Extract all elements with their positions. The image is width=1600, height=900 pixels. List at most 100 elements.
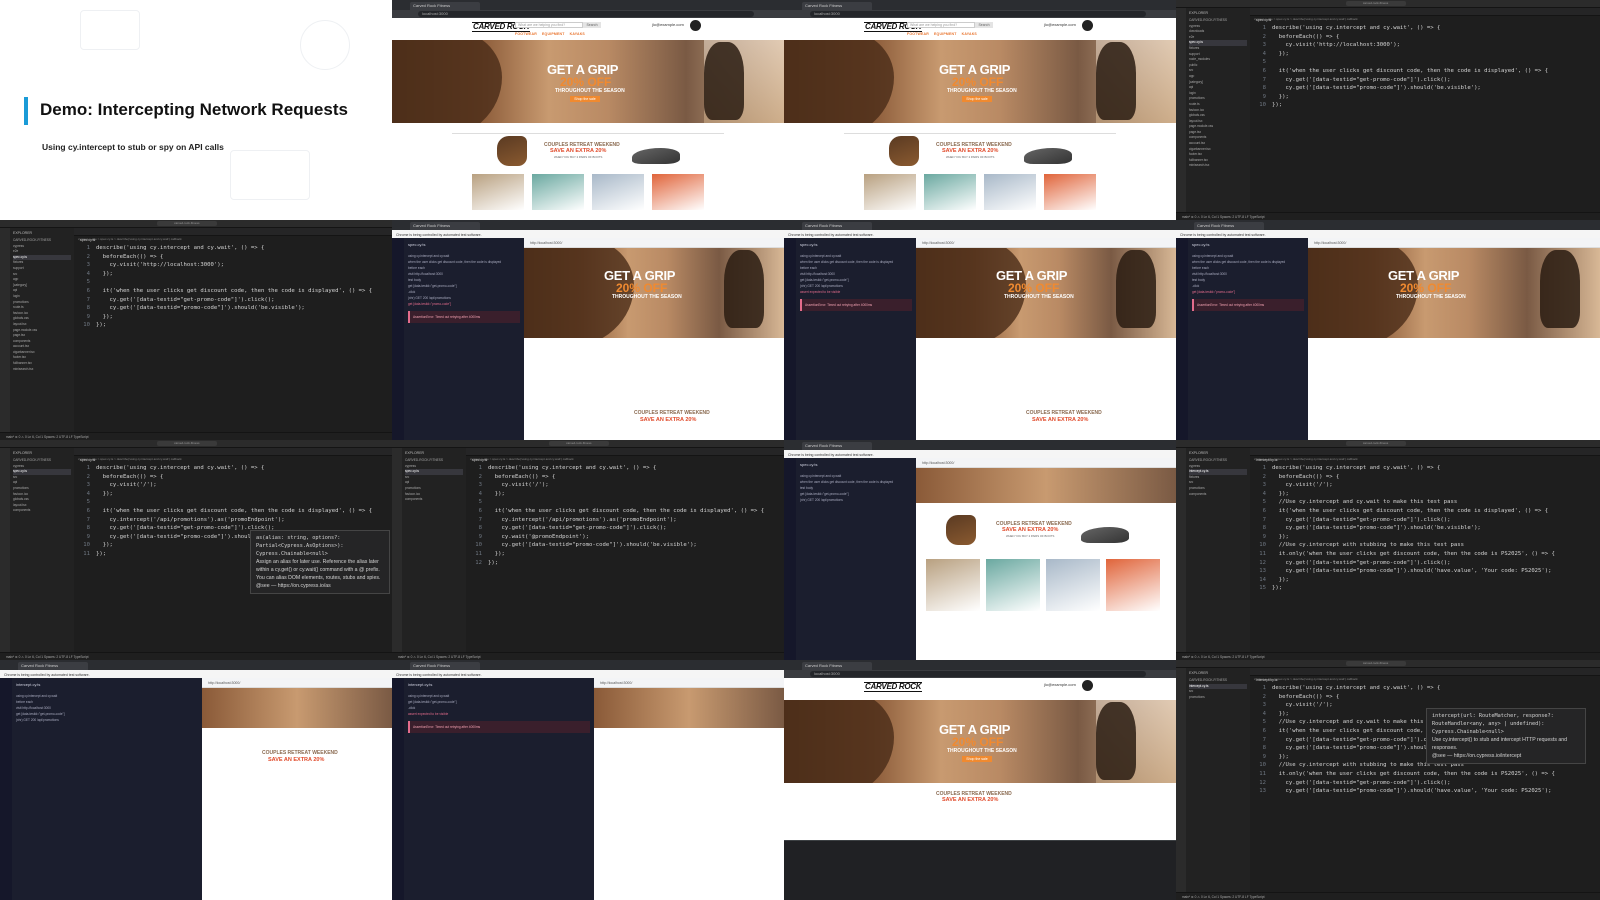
code-line[interactable]: cy.visit('http://localhost:3000'); bbox=[1272, 42, 1400, 48]
code-line[interactable]: }); bbox=[1272, 491, 1289, 497]
hero-shop-button[interactable]: Shop the sale bbox=[962, 756, 992, 762]
code-line[interactable]: //Use cy.intercept with stubbing to make… bbox=[1272, 542, 1464, 548]
devtools-panel[interactable] bbox=[784, 840, 1176, 900]
hero-shop-button[interactable]: Shop the sale bbox=[962, 96, 992, 102]
code-line[interactable]: cy.wait('@promoEndpoint'); bbox=[488, 534, 589, 540]
thumb-image[interactable] bbox=[652, 174, 704, 210]
code-line[interactable]: }); bbox=[488, 491, 505, 497]
code-line[interactable]: beforeEach(() => { bbox=[96, 254, 164, 260]
code-line[interactable]: it('when the user clicks get discount co… bbox=[96, 288, 372, 294]
code-line[interactable]: }); bbox=[96, 491, 113, 497]
code-line[interactable]: cy.visit('/'); bbox=[488, 482, 548, 488]
command-center[interactable]: carved-rock-fitness bbox=[548, 441, 609, 446]
thumb-image[interactable] bbox=[924, 174, 976, 210]
browser-tab[interactable]: Carved Rock Fitness bbox=[802, 2, 872, 10]
product-thumbnail[interactable] bbox=[1106, 559, 1160, 611]
code-line[interactable]: it('when the user clicks get discount co… bbox=[1272, 68, 1548, 74]
site-search-input[interactable]: What are we helping you find? bbox=[907, 22, 975, 28]
tree-item[interactable]: minisearch.tsx bbox=[13, 367, 71, 373]
address-bar[interactable]: localhost:3000 bbox=[810, 671, 1146, 677]
command-log[interactable]: spec.cy.ts using cy.intercept and cy.wai… bbox=[796, 458, 916, 660]
code-line[interactable]: cy.get('[data-testid="promo-code"]').sho… bbox=[1272, 85, 1480, 91]
command-log[interactable]: spec.cy.ts using cy.intercept and cy.wai… bbox=[1188, 238, 1308, 440]
code-line[interactable]: cy.get('[data-testid="promo-code"]').sho… bbox=[1272, 525, 1480, 531]
site-search-input[interactable]: What are we helping you find? bbox=[515, 22, 583, 28]
code-line[interactable]: }); bbox=[1272, 102, 1282, 108]
code-line[interactable]: cy.visit('/'); bbox=[96, 482, 156, 488]
code-line[interactable]: beforeEach(() => { bbox=[1272, 474, 1340, 480]
browser-tab[interactable]: Carved Rock Fitness bbox=[802, 662, 872, 670]
code-line[interactable]: }); bbox=[96, 542, 113, 548]
code-line[interactable]: }); bbox=[488, 560, 498, 566]
command-center[interactable]: carved-rock-fitness bbox=[156, 221, 217, 226]
code-line[interactable]: it('when the user clicks get discount co… bbox=[96, 508, 372, 514]
thumb-image[interactable] bbox=[532, 174, 584, 210]
code-line[interactable]: cy.visit('/'); bbox=[1272, 482, 1332, 488]
code-line[interactable]: }); bbox=[96, 314, 113, 320]
preview-url[interactable]: http://localhost:3000/ bbox=[208, 681, 240, 685]
preview-url[interactable]: http://localhost:3000/ bbox=[600, 681, 632, 685]
code-line[interactable]: }); bbox=[96, 322, 106, 328]
code-line[interactable]: describe('using cy.intercept and cy.wait… bbox=[488, 465, 656, 471]
code-line[interactable]: cy.visit('http://localhost:3000'); bbox=[96, 262, 224, 268]
command-log[interactable]: intercept.cy.ts using cy.intercept and c… bbox=[404, 678, 594, 900]
code-line[interactable]: cy.intercept('/api/promotions').as('prom… bbox=[488, 517, 676, 523]
command-log[interactable]: spec.cy.ts using cy.intercept and cy.wai… bbox=[404, 238, 524, 440]
log-row[interactable]: assert expected to be visible bbox=[408, 711, 590, 717]
code-line[interactable]: }); bbox=[96, 551, 106, 557]
code-line[interactable]: describe('using cy.intercept and cy.wait… bbox=[1272, 25, 1440, 31]
code-line[interactable]: }); bbox=[1272, 94, 1289, 100]
browser-tab[interactable]: Carved Rock Fitness bbox=[1194, 222, 1264, 230]
site-logo[interactable]: CARVED ROCK bbox=[864, 682, 923, 692]
preview-url[interactable]: http://localhost:3000/ bbox=[1314, 241, 1346, 245]
nav-equipment[interactable]: EQUIPMENT bbox=[934, 32, 957, 36]
thumb-image[interactable] bbox=[984, 174, 1036, 210]
site-search-button[interactable]: Search bbox=[583, 22, 601, 28]
code-line[interactable]: describe('using cy.intercept and cy.wait… bbox=[1272, 465, 1440, 471]
preview-url[interactable]: http://localhost:3000/ bbox=[922, 241, 954, 245]
log-row[interactable]: get [data-testid="promo-code"] bbox=[1192, 289, 1304, 295]
code-line[interactable]: describe('using cy.intercept and cy.wait… bbox=[96, 245, 264, 251]
code-editor[interactable]: spec.cy.ts cypress > e2e > spec.cy.ts > … bbox=[466, 448, 784, 652]
address-bar[interactable]: localhost:3000 bbox=[810, 11, 1146, 17]
browser-tab[interactable]: Carved Rock Fitness bbox=[802, 442, 872, 450]
preview-url[interactable]: http://localhost:3000/ bbox=[922, 461, 954, 465]
code-line[interactable]: it.only('when the user clicks get discou… bbox=[1272, 551, 1555, 557]
nav-equipment[interactable]: EQUIPMENT bbox=[542, 32, 565, 36]
command-center[interactable]: carved-rock-fitness bbox=[1345, 1, 1406, 6]
avatar[interactable] bbox=[690, 20, 701, 31]
code-line[interactable]: }); bbox=[1272, 585, 1282, 591]
command-log[interactable]: spec.cy.ts using cy.intercept and cy.wai… bbox=[796, 238, 916, 440]
nav-footwear[interactable]: FOOTWEAR bbox=[515, 32, 537, 36]
preview-url[interactable]: http://localhost:3000/ bbox=[530, 241, 562, 245]
browser-tab[interactable]: Carved Rock Fitness bbox=[410, 2, 480, 10]
code-line[interactable]: }); bbox=[488, 551, 505, 557]
thumb-image[interactable] bbox=[864, 174, 916, 210]
code-line[interactable]: cy.get('[data-testid="get-promo-code"]')… bbox=[1272, 560, 1450, 566]
tree-item[interactable]: promotions bbox=[1189, 695, 1247, 701]
code-line[interactable]: cy.get('[data-testid="get-promo-code"]')… bbox=[1272, 737, 1450, 743]
browser-tab[interactable]: Carved Rock Fitness bbox=[18, 662, 88, 670]
site-search-button[interactable]: Search bbox=[975, 22, 993, 28]
code-line[interactable]: cy.visit('/'); bbox=[1272, 702, 1332, 708]
code-line[interactable]: beforeEach(() => { bbox=[1272, 34, 1340, 40]
code-line[interactable]: cy.get('[data-testid="get-promo-code"]')… bbox=[1272, 517, 1450, 523]
browser-tab[interactable]: Carved Rock Fitness bbox=[410, 222, 480, 230]
code-line[interactable]: cy.get('[data-testid="promo-code"]').sho… bbox=[488, 542, 696, 548]
product-thumbnail[interactable] bbox=[986, 559, 1040, 611]
hero-shop-button[interactable]: Shop the sale bbox=[570, 96, 600, 102]
code-line[interactable]: }); bbox=[1272, 754, 1289, 760]
thumb-image[interactable] bbox=[472, 174, 524, 210]
log-row[interactable]: get [data-testid="promo-code"] bbox=[408, 301, 520, 307]
code-line[interactable]: cy.intercept('/api/promotions').as('prom… bbox=[96, 517, 284, 523]
browser-tab[interactable]: Carved Rock Fitness bbox=[802, 222, 872, 230]
product-thumbnail[interactable] bbox=[926, 559, 980, 611]
log-row[interactable]: (xhr) GET 200 /api/promotions bbox=[800, 497, 912, 503]
address-bar[interactable]: localhost:3000 bbox=[418, 11, 754, 17]
code-line[interactable]: beforeEach(() => { bbox=[488, 474, 556, 480]
tree-item[interactable]: components bbox=[405, 497, 463, 503]
code-line[interactable]: cy.get('[data-testid="get-promo-code"]')… bbox=[96, 297, 274, 303]
avatar[interactable] bbox=[1082, 680, 1093, 691]
code-line[interactable]: }); bbox=[96, 271, 113, 277]
command-log[interactable]: intercept.cy.ts using cy.intercept and c… bbox=[12, 678, 202, 900]
